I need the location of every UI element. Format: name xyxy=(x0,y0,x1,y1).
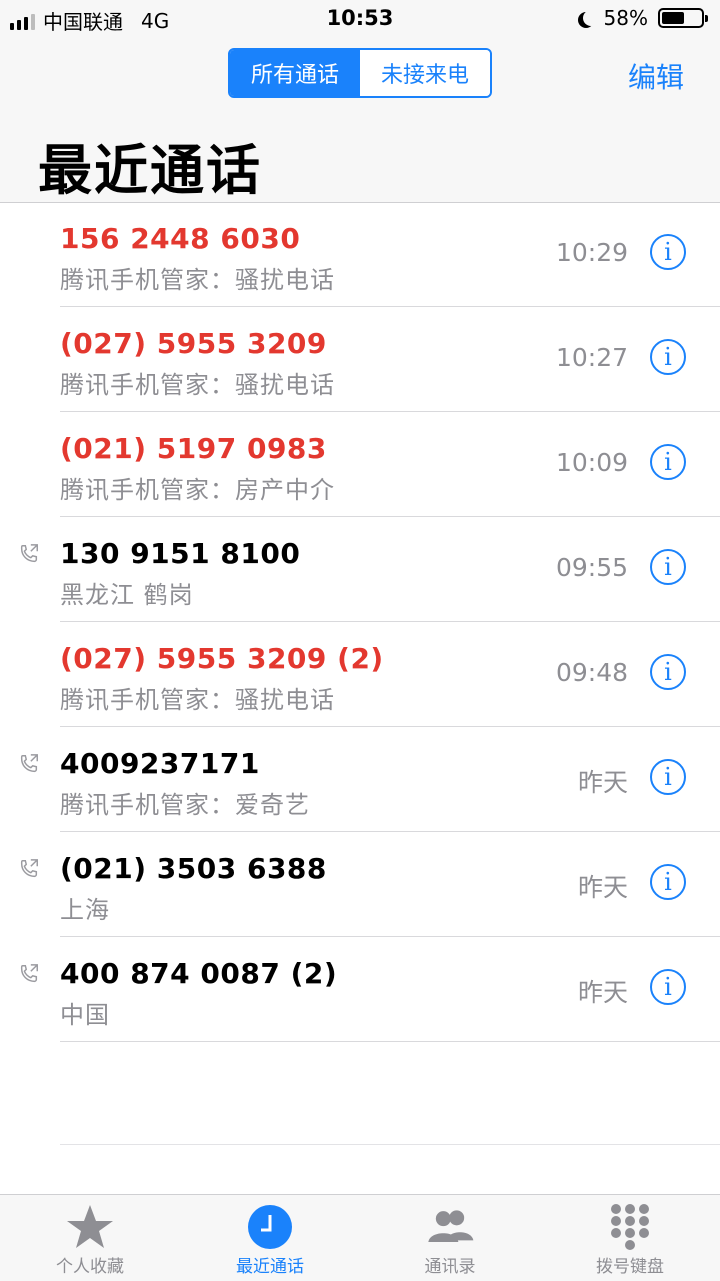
call-time: 昨天 xyxy=(577,768,628,797)
battery-fill xyxy=(662,12,685,24)
segment-missed-calls[interactable]: 未接来电 xyxy=(360,50,490,96)
caller-number: 130 9151 8100 xyxy=(60,537,301,570)
caller-label: 上海 xyxy=(60,896,110,924)
caller-number: (027) 5955 3209 xyxy=(60,327,327,360)
segment-all-calls[interactable]: 所有通话 xyxy=(230,50,360,96)
info-icon[interactable]: i xyxy=(650,654,686,690)
info-icon[interactable]: i xyxy=(650,759,686,795)
outgoing-call-icon xyxy=(20,964,38,983)
call-time: 昨天 xyxy=(577,873,628,902)
caller-label: 腾讯手机管家：骚扰电话 xyxy=(60,266,335,294)
call-row[interactable]: 4009237171 腾讯手机管家：爱奇艺 昨天 i xyxy=(0,727,720,832)
tab-contacts[interactable]: 通讯录 xyxy=(360,1195,540,1281)
battery-icon xyxy=(658,8,708,28)
tab-label: 通讯录 xyxy=(424,1257,476,1277)
call-row[interactable]: (021) 5197 0983 腾讯手机管家：房产中介 10:09 i xyxy=(0,412,720,517)
caller-number: (021) 3503 6388 xyxy=(60,852,327,885)
caller-number: (021) 5197 0983 xyxy=(60,432,327,465)
call-row[interactable]: 130 9151 8100 黑龙江 鹤岗 09:55 i xyxy=(0,517,720,622)
call-time: 昨天 xyxy=(577,978,628,1007)
caller-label: 黑龙江 鹤岗 xyxy=(60,581,194,609)
info-icon[interactable]: i xyxy=(650,549,686,585)
status-right: 58% xyxy=(578,6,708,30)
call-row[interactable]: (027) 5955 3209 (2) 腾讯手机管家：骚扰电话 09:48 i xyxy=(0,622,720,727)
do-not-disturb-icon xyxy=(583,10,599,26)
caller-label: 腾讯手机管家：房产中介 xyxy=(60,476,335,504)
info-icon[interactable]: i xyxy=(650,864,686,900)
contacts-icon xyxy=(428,1210,474,1242)
tab-keypad[interactable]: 拨号键盘 xyxy=(540,1195,720,1281)
caller-label: 中国 xyxy=(60,1001,110,1029)
info-icon[interactable]: i xyxy=(650,234,686,270)
caller-number: 4009237171 xyxy=(60,747,260,780)
outgoing-call-icon xyxy=(20,754,38,773)
info-icon[interactable]: i xyxy=(650,969,686,1005)
recents-list: 156 2448 6030 腾讯手机管家：骚扰电话 10:29 i (027) 5955… xyxy=(0,202,720,1042)
call-time: 10:29 xyxy=(555,238,628,267)
status-bar: 中国联通 4G 10:53 58% xyxy=(0,0,720,38)
keypad-icon xyxy=(611,1204,649,1250)
tab-label: 拨号键盘 xyxy=(596,1257,664,1277)
tab-recents[interactable]: 最近通话 xyxy=(180,1195,360,1281)
call-row[interactable]: 400 874 0087 (2) 中国 昨天 i xyxy=(0,937,720,1042)
call-row[interactable]: 156 2448 6030 腾讯手机管家：骚扰电话 10:29 i xyxy=(0,202,720,307)
page-title: 最近通话 xyxy=(38,139,262,202)
call-time: 09:55 xyxy=(555,553,628,582)
caller-label: 腾讯手机管家：骚扰电话 xyxy=(60,371,335,399)
nav-header: 所有通话 未接来电 编辑 最近通话 xyxy=(0,38,720,203)
tab-label: 最近通话 xyxy=(236,1257,304,1277)
tab-favorites[interactable]: 个人收藏 xyxy=(0,1195,180,1281)
tab-bar: 个人收藏 最近通话 通讯录 拨号键盘 xyxy=(0,1194,720,1281)
info-icon[interactable]: i xyxy=(650,339,686,375)
battery-percent: 58% xyxy=(603,6,648,30)
list-divider xyxy=(60,1144,720,1145)
call-time: 10:27 xyxy=(555,343,628,372)
tab-label: 个人收藏 xyxy=(56,1257,124,1277)
caller-label: 腾讯手机管家：骚扰电话 xyxy=(60,686,335,714)
call-row[interactable]: (021) 3503 6388 上海 昨天 i xyxy=(0,832,720,937)
edit-button[interactable]: 编辑 xyxy=(628,56,684,96)
call-time: 09:48 xyxy=(555,658,628,687)
call-row[interactable]: (027) 5955 3209 腾讯手机管家：骚扰电话 10:27 i xyxy=(0,307,720,412)
segmented-control: 所有通话 未接来电 xyxy=(228,48,492,98)
star-icon xyxy=(67,1205,113,1248)
info-icon[interactable]: i xyxy=(650,444,686,480)
caller-number: 156 2448 6030 xyxy=(60,222,301,255)
caller-number: (027) 5955 3209 (2) xyxy=(60,642,384,675)
outgoing-call-icon xyxy=(20,544,38,563)
caller-number: 400 874 0087 (2) xyxy=(60,957,338,990)
outgoing-call-icon xyxy=(20,859,38,878)
clock-icon xyxy=(248,1205,292,1249)
caller-label: 腾讯手机管家：爱奇艺 xyxy=(60,791,310,819)
call-time: 10:09 xyxy=(555,448,628,477)
